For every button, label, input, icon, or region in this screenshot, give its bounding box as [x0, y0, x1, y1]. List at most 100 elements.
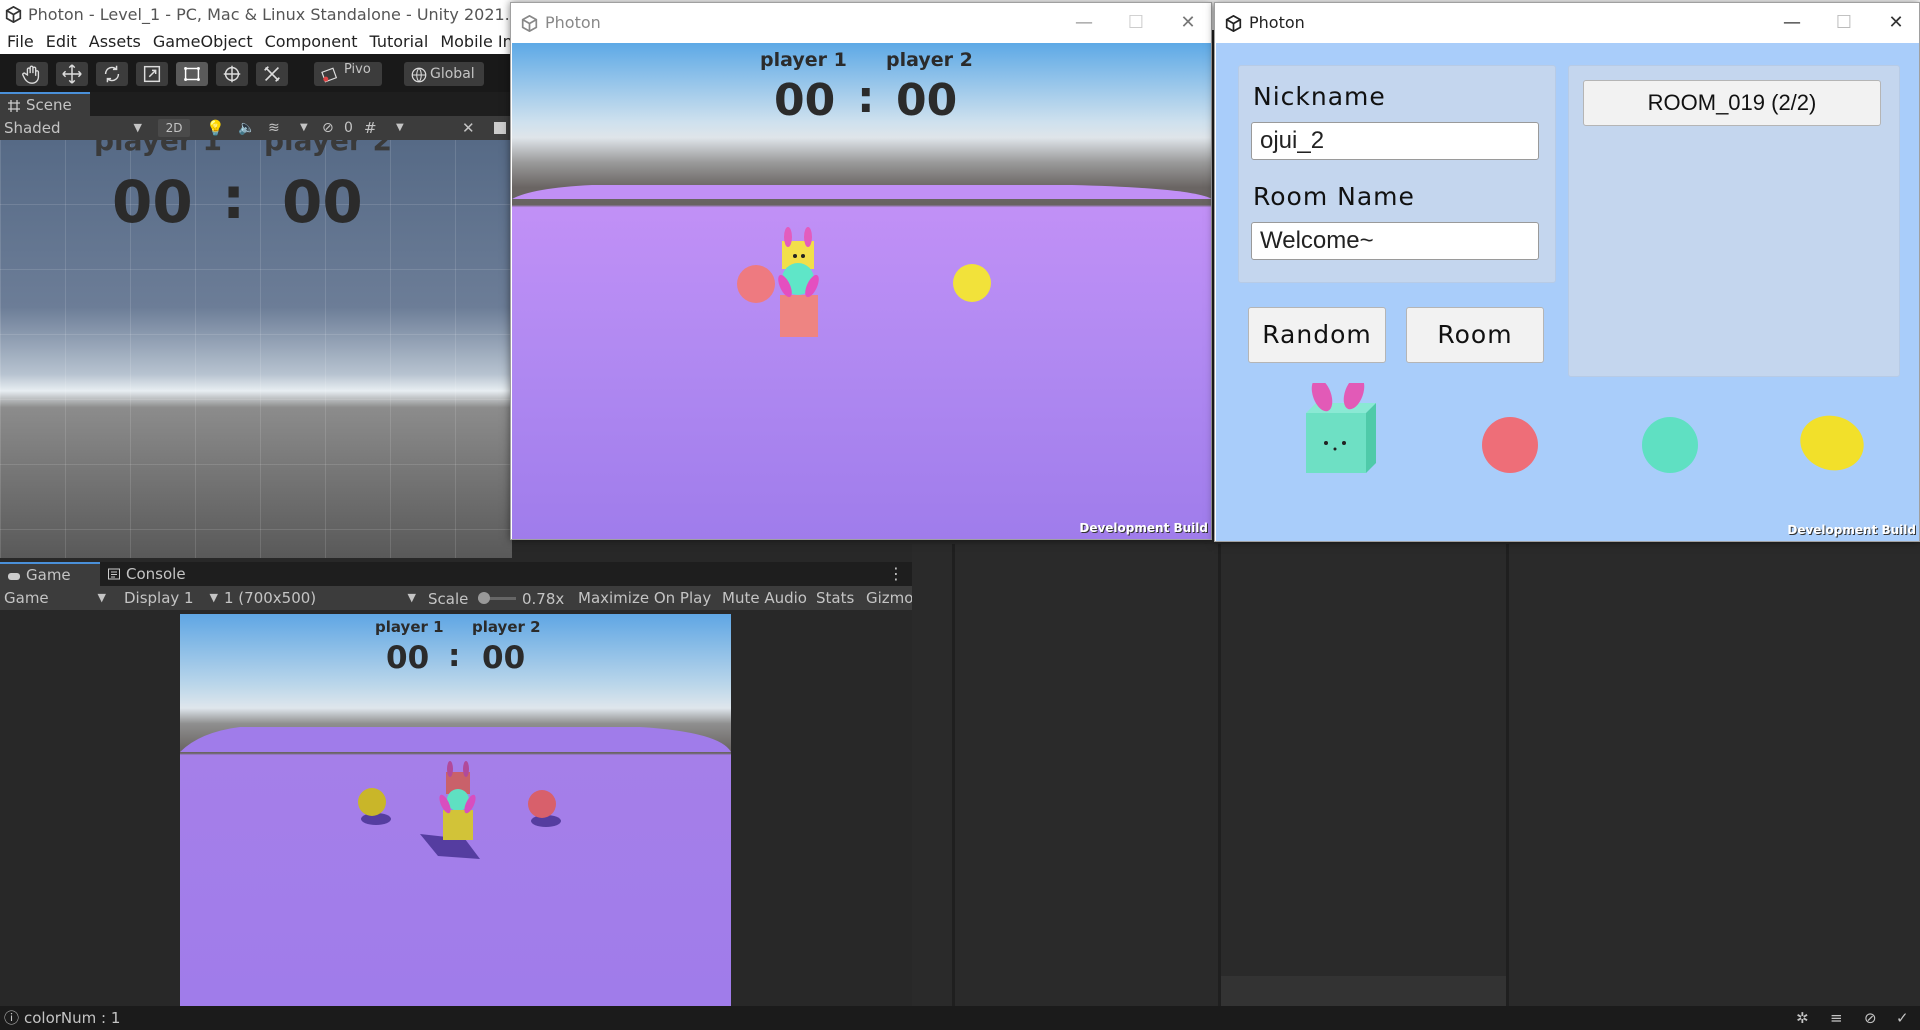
unity-logo-icon: [521, 15, 538, 32]
scene-score1: 00: [112, 168, 193, 236]
random-button[interactable]: Random: [1248, 307, 1386, 363]
room-button[interactable]: Room: [1406, 307, 1544, 363]
hand-tool-button[interactable]: [16, 62, 48, 86]
close-button[interactable]: ✕: [1165, 3, 1211, 43]
menu-component[interactable]: Component: [265, 32, 358, 51]
photon-lobby-title: Photon: [1249, 13, 1305, 32]
menu-mobile-input[interactable]: Mobile Input: [440, 32, 512, 51]
character-color-options: [1306, 383, 1870, 478]
maximize-on-play-button[interactable]: Maximize On Play: [578, 586, 711, 610]
scale-slider-handle[interactable]: [478, 592, 490, 604]
custom-tool-button[interactable]: [256, 62, 288, 86]
teal-ball-option[interactable]: [1642, 417, 1698, 473]
maximize-button[interactable]: ☐: [1821, 3, 1867, 43]
audio-icon[interactable]: 🔈: [238, 116, 255, 140]
chevron-down-icon[interactable]: ▼: [300, 116, 308, 140]
bug-icon[interactable]: ✲: [1796, 1006, 1809, 1030]
tab-scene[interactable]: Scene: [0, 92, 90, 116]
move-tool-button[interactable]: [56, 62, 88, 86]
tools-icon[interactable]: ✕: [462, 116, 475, 140]
editor-title-text: Photon - Level_1 - PC, Mac & Linux Stand…: [28, 5, 592, 24]
view-mode-select[interactable]: Game ▼: [4, 586, 110, 610]
stats-button[interactable]: Stats: [816, 586, 854, 610]
game-tab-bar: Game Console ⋮: [0, 562, 912, 586]
bunny-ear: [784, 227, 792, 247]
scene-tab-bar: Scene: [0, 92, 512, 116]
bunny-ear: [447, 761, 453, 777]
maximize-button[interactable]: ☐: [1113, 3, 1159, 43]
pink-ball: [737, 265, 775, 303]
room-list-item[interactable]: ROOM_019 (2/2): [1583, 80, 1881, 126]
scene-player1-label: player 1: [94, 140, 222, 157]
unity-logo-icon: [1225, 15, 1242, 32]
photon-game-viewport[interactable]: player 1 player 2 00 : 00 Development Bu…: [512, 43, 1211, 539]
resolution-select[interactable]: 1 (700x500) ▼: [224, 586, 416, 610]
scene-score2: 00: [282, 168, 363, 236]
yellow-ball: [358, 788, 386, 816]
chevron-down-icon: ▼: [407, 591, 416, 604]
minimize-button[interactable]: —: [1061, 3, 1107, 43]
bunny-eye: [793, 254, 797, 258]
chevron-down-icon[interactable]: ▼: [396, 116, 404, 140]
tab-game[interactable]: Game: [0, 562, 100, 586]
bunny-ear: [804, 227, 812, 247]
more-options-icon[interactable]: ⋮: [888, 562, 904, 586]
unity-logo-icon: [5, 6, 22, 23]
close-button[interactable]: ✕: [1873, 3, 1919, 43]
menu-assets[interactable]: Assets: [89, 32, 141, 51]
nickname-label: Nickname: [1253, 82, 1386, 111]
yellow-ball: [953, 264, 991, 302]
hidden-objects-count: 0: [344, 120, 353, 136]
display-select[interactable]: Display 1 ▼: [124, 586, 218, 610]
rect-tool-button[interactable]: [176, 62, 208, 86]
menu-edit[interactable]: Edit: [46, 32, 77, 51]
global-label: Global: [430, 66, 475, 82]
lighting-icon[interactable]: 💡: [206, 116, 225, 140]
shading-mode-select[interactable]: Shaded ▼: [4, 116, 146, 140]
yellow-ball-option[interactable]: [1794, 409, 1870, 478]
globe-icon: [411, 67, 427, 83]
bunny-nose: [1333, 447, 1337, 451]
debug-icon[interactable]: ⊘: [1864, 1006, 1877, 1030]
editor-toolbar: Pivo Global: [0, 54, 512, 92]
transform-tool-button[interactable]: [216, 62, 248, 86]
game-viewport[interactable]: player 1 player 2 00 : 00: [180, 614, 731, 1006]
effects-icon[interactable]: ≋: [268, 116, 280, 140]
menu-tutorial[interactable]: Tutorial: [369, 32, 428, 51]
menu-gameobject[interactable]: GameObject: [153, 32, 253, 51]
room-name-label: Room Name: [1253, 182, 1415, 211]
menu-file[interactable]: File: [7, 32, 34, 51]
panel-footer: [1221, 976, 1506, 1006]
rotate-tool-button[interactable]: [96, 62, 128, 86]
minimize-button[interactable]: —: [1769, 3, 1815, 43]
scale-label: Scale: [428, 590, 469, 608]
photon-game-window: Photon — ☐ ✕ player 1 player 2 00 : 00 D…: [510, 2, 1212, 540]
bunny-character-option[interactable]: [1306, 383, 1376, 473]
tab-console[interactable]: Console: [100, 562, 210, 586]
scale-slider[interactable]: [478, 592, 516, 604]
nickname-input[interactable]: ojui_2: [1251, 122, 1539, 160]
photon-game-title: Photon: [545, 13, 601, 32]
scene-viewport[interactable]: player 1 player 2 00 : 00: [0, 140, 512, 558]
grid-icon[interactable]: #: [364, 116, 377, 140]
rotate-icon: [104, 65, 120, 83]
photon-lobby-view: Nickname ojui_2 Room Name Welcome~ Rando…: [1216, 43, 1919, 541]
hidden-objects-icon[interactable]: ⊘: [322, 116, 334, 140]
pivot-toggle[interactable]: Pivo: [314, 62, 382, 86]
gizmos-button[interactable]: Gizmo: [866, 586, 912, 610]
status-bar: ⓘ colorNum : 1 ✲ ≡ ⊘ ✓: [0, 1006, 1920, 1030]
bunny-eye: [1342, 441, 1346, 445]
camera-icon[interactable]: [494, 122, 506, 134]
room-name-input[interactable]: Welcome~: [1251, 222, 1539, 260]
scale-tool-button[interactable]: [136, 62, 168, 86]
pink-ball-option[interactable]: [1482, 417, 1538, 473]
2d-toggle[interactable]: 2D: [158, 119, 190, 137]
check-icon[interactable]: ✓: [1896, 1006, 1909, 1030]
chevron-down-icon: ▼: [133, 121, 142, 134]
global-toggle[interactable]: Global: [404, 62, 484, 86]
layers-icon[interactable]: ≡: [1830, 1006, 1843, 1030]
status-message[interactable]: colorNum : 1: [24, 1009, 120, 1027]
pivot-label: Pivo: [344, 62, 371, 77]
tab-console-label: Console: [126, 565, 186, 583]
mute-audio-button[interactable]: Mute Audio: [722, 586, 807, 610]
